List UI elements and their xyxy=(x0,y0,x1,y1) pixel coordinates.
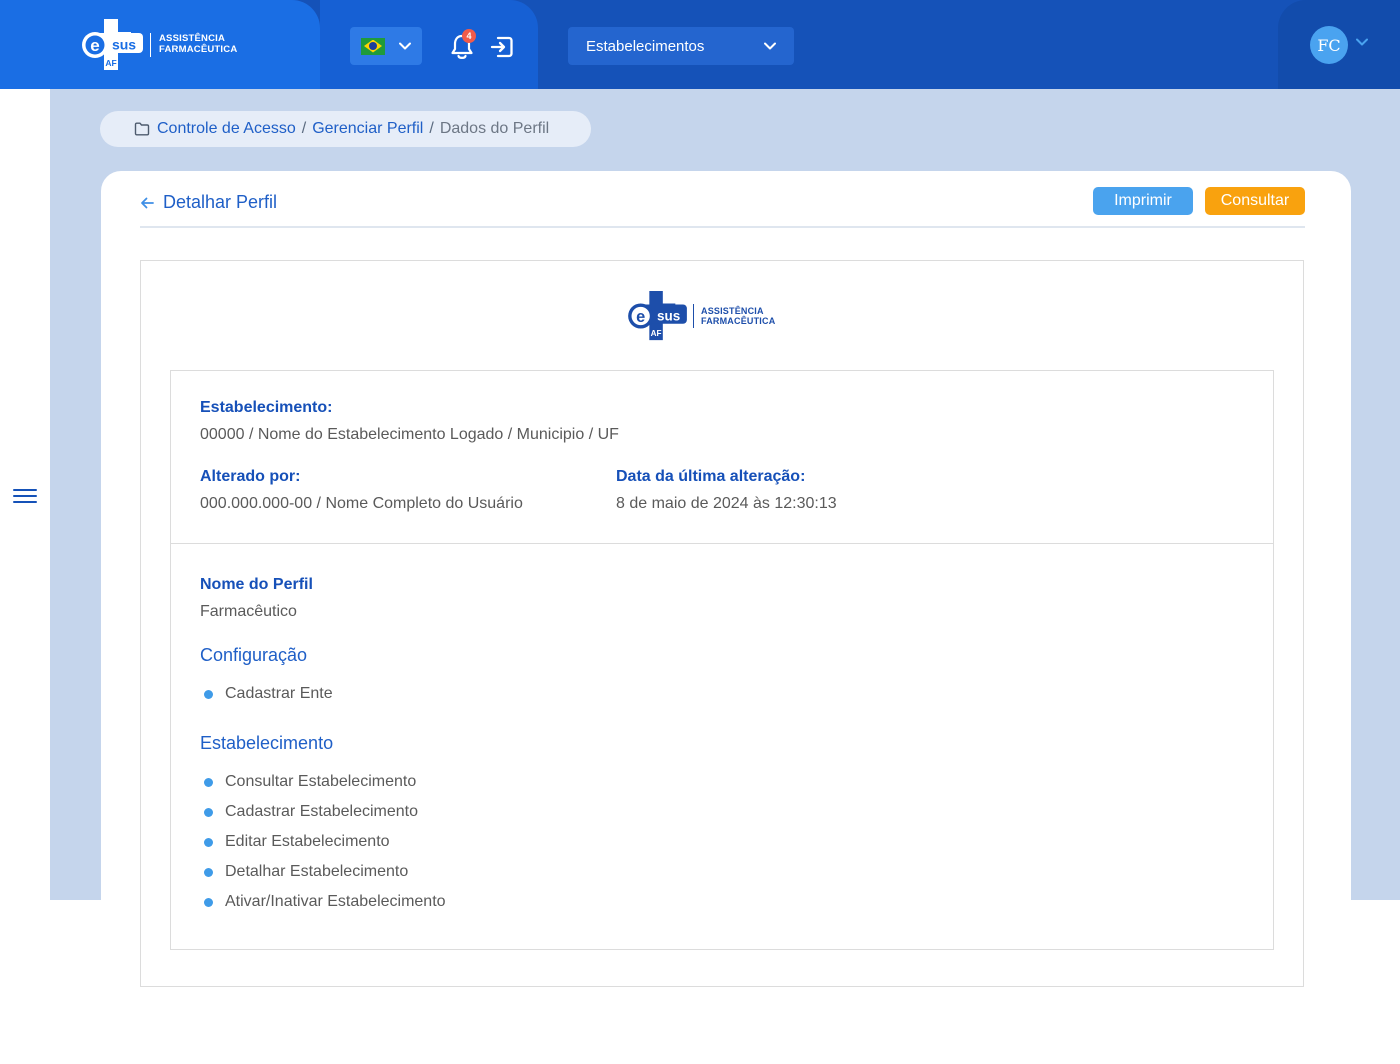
establishment-select[interactable]: Estabelecimentos xyxy=(568,27,794,65)
bullet-icon xyxy=(204,689,213,699)
profile-document: e sus AF ASSISTÊNCIA FARMACÊUTICA Estabe… xyxy=(140,260,1304,987)
changed-by-value: 000.000.000-00 / Nome Completo do Usuári… xyxy=(200,495,523,512)
bullet-icon xyxy=(204,867,213,877)
print-button[interactable]: Imprimir xyxy=(1093,187,1193,215)
profile-name-value: Farmacêutico xyxy=(200,603,297,620)
profile-name-label: Nome do Perfil xyxy=(200,576,313,593)
logo-text: ASSISTÊNCIA FARMACÊUTICA xyxy=(159,33,238,55)
establishment-select-value: Estabelecimentos xyxy=(586,37,705,55)
bullet-icon xyxy=(204,897,213,907)
user-avatar[interactable]: FC xyxy=(1310,26,1348,64)
chevron-down-icon xyxy=(399,42,411,50)
svg-text:e: e xyxy=(636,308,645,326)
logout-icon[interactable] xyxy=(489,33,515,61)
language-selector[interactable] xyxy=(350,27,422,65)
svg-text:sus: sus xyxy=(112,37,136,53)
establishment-label: Estabelecimento: xyxy=(200,399,333,416)
list-item: Cadastrar Ente xyxy=(200,685,333,703)
breadcrumb-separator: / xyxy=(429,120,434,137)
svg-text:sus: sus xyxy=(657,308,680,323)
group-title-configuration: Configuração xyxy=(200,645,308,665)
chevron-down-icon xyxy=(764,42,776,50)
bullet-icon xyxy=(204,777,213,787)
last-change-label: Data da última alteração: xyxy=(616,468,806,485)
svg-text:AF: AF xyxy=(105,58,116,68)
breadcrumb-access-control[interactable]: Controle de Acesso xyxy=(157,120,296,138)
bullet-icon xyxy=(204,837,213,847)
logo-divider xyxy=(693,304,694,328)
bullet-icon xyxy=(204,807,213,817)
card-header: Detalhar Perfil Imprimir Consultar xyxy=(140,171,1305,228)
notification-badge: 4 xyxy=(462,29,476,43)
establishment-value: 00000 / Nome do Estabelecimento Logado /… xyxy=(200,426,619,443)
breadcrumb-manage-profile[interactable]: Gerenciar Perfil xyxy=(312,120,423,138)
user-menu-chevron-icon[interactable] xyxy=(1356,38,1368,46)
list-item: Ativar/Inativar Estabelecimento xyxy=(200,893,446,911)
last-change-value: 8 de maio de 2024 às 12:30:13 xyxy=(616,495,837,512)
back-button[interactable]: Detalhar Perfil xyxy=(140,192,277,213)
breadcrumb-separator: / xyxy=(301,120,307,137)
svg-text:e: e xyxy=(90,36,99,55)
page-title: Detalhar Perfil xyxy=(163,192,278,212)
document-logo: e sus AF ASSISTÊNCIA FARMACÊUTICA xyxy=(628,290,775,342)
logo-text: ASSISTÊNCIA FARMACÊUTICA xyxy=(701,305,776,326)
group-title-establishment: Estabelecimento xyxy=(200,733,334,753)
arrow-left-icon xyxy=(141,197,154,208)
logo-divider xyxy=(150,33,151,57)
breadcrumb: Controle de Acesso / Gerenciar Perfil / … xyxy=(100,111,591,147)
list-item: Cadastrar Estabelecimento xyxy=(200,803,418,821)
list-item: Consultar Estabelecimento xyxy=(200,773,416,791)
hamburger-menu-icon[interactable] xyxy=(13,487,37,505)
profile-detail-card: Detalhar Perfil Imprimir Consultar e sus… xyxy=(101,171,1351,1064)
top-bar: e sus AF ASSISTÊNCIA FARMACÊUTICA 4 Esta… xyxy=(0,0,1400,89)
svg-text:AF: AF xyxy=(651,329,662,338)
query-button[interactable]: Consultar xyxy=(1205,187,1305,215)
esus-logo-icon: e sus AF xyxy=(82,19,143,70)
sidebar xyxy=(0,89,50,1064)
app-logo[interactable]: e sus AF ASSISTÊNCIA FARMACÊUTICA xyxy=(82,18,237,72)
esus-logo-icon: e sus AF xyxy=(628,290,687,341)
list-item: Detalhar Estabelecimento xyxy=(200,863,408,881)
changed-by-label: Alterado por: xyxy=(200,468,301,485)
breadcrumb-current: Dados do Perfil xyxy=(439,120,550,137)
profile-meta-section: Estabelecimento: 00000 / Nome do Estabel… xyxy=(170,370,1274,544)
list-item: Editar Estabelecimento xyxy=(200,833,390,851)
profile-permissions-section: Nome do Perfil Farmacêutico Configuração… xyxy=(170,543,1274,950)
folder-icon xyxy=(134,122,150,136)
brazil-flag-icon xyxy=(361,37,385,55)
